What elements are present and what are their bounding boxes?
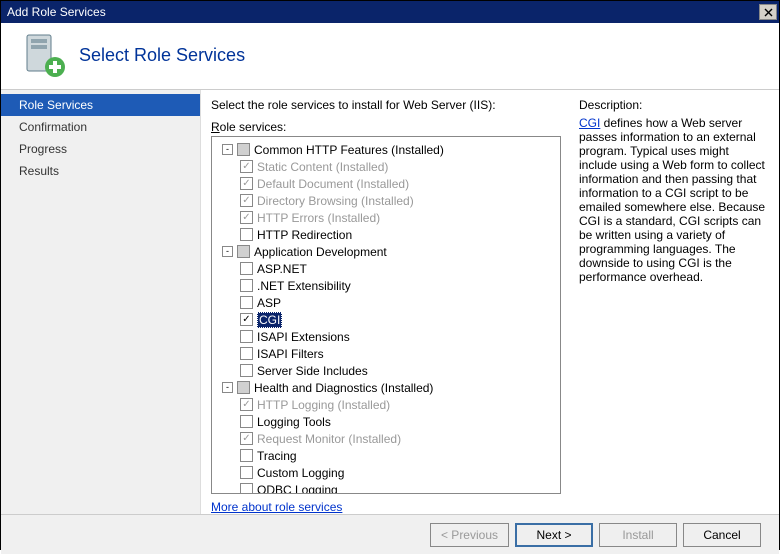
close-icon: [764, 8, 773, 17]
checkbox[interactable]: [240, 449, 253, 462]
tree-item[interactable]: Logging Tools: [214, 413, 558, 430]
tree-item-label: HTTP Logging (Installed): [257, 398, 390, 412]
role-services-tree[interactable]: - Common HTTP Features (Installed) Static …: [211, 136, 561, 494]
previous-button[interactable]: < Previous: [430, 523, 509, 547]
tree-item-label: Custom Logging: [257, 466, 344, 480]
tree-item[interactable]: Directory Browsing (Installed): [214, 192, 558, 209]
checkbox[interactable]: [240, 483, 253, 494]
next-button[interactable]: Next >: [515, 523, 593, 547]
titlebar: Add Role Services: [1, 1, 779, 23]
cancel-button[interactable]: Cancel: [683, 523, 761, 547]
tree-item[interactable]: HTTP Logging (Installed): [214, 396, 558, 413]
footer: < Previous Next > Install Cancel: [1, 514, 779, 554]
checkbox[interactable]: [240, 330, 253, 343]
expand-icon[interactable]: -: [222, 382, 233, 393]
tree-item-label: ISAPI Filters: [257, 347, 324, 361]
tree-item[interactable]: HTTP Redirection: [214, 226, 558, 243]
tree-item-label: .NET Extensibility: [257, 279, 351, 293]
checkbox[interactable]: [240, 279, 253, 292]
tree-item-label: Request Monitor (Installed): [257, 432, 401, 446]
checkbox[interactable]: [240, 228, 253, 241]
server-plus-icon: [19, 31, 67, 79]
sidebar-item-confirmation[interactable]: Confirmation: [1, 116, 200, 138]
tree-item-label: Common HTTP Features (Installed): [254, 143, 444, 157]
tree-item-label: HTTP Errors (Installed): [257, 211, 380, 225]
tree-item[interactable]: ISAPI Filters: [214, 345, 558, 362]
close-button[interactable]: [759, 4, 777, 20]
tree-item-label: Health and Diagnostics (Installed): [254, 381, 433, 395]
header: Select Role Services: [1, 23, 779, 90]
tree-item[interactable]: ASP: [214, 294, 558, 311]
tree-item-label: ASP: [257, 296, 281, 310]
tree-item[interactable]: ASP.NET: [214, 260, 558, 277]
checkbox[interactable]: [240, 466, 253, 479]
role-services-label: Role services:: [211, 120, 561, 134]
tree-item-label: CGI: [257, 312, 282, 328]
more-link[interactable]: More about role services: [211, 500, 561, 514]
checkbox[interactable]: [240, 194, 253, 207]
checkbox[interactable]: [240, 160, 253, 173]
description-text: CGI defines how a Web server passes info…: [579, 116, 769, 284]
checkbox[interactable]: [240, 313, 253, 326]
tree-item[interactable]: CGI: [214, 311, 558, 328]
checkbox[interactable]: [240, 211, 253, 224]
checkbox[interactable]: [240, 432, 253, 445]
tree-item[interactable]: Server Side Includes: [214, 362, 558, 379]
tree-item[interactable]: - Health and Diagnostics (Installed): [214, 379, 558, 396]
tree-item-label: Default Document (Installed): [257, 177, 409, 191]
tree-item[interactable]: - Application Development: [214, 243, 558, 260]
expand-icon[interactable]: -: [222, 144, 233, 155]
checkbox[interactable]: [240, 262, 253, 275]
tree-item[interactable]: - Common HTTP Features (Installed): [214, 141, 558, 158]
intro-text: Select the role services to install for …: [211, 98, 561, 112]
tree-item[interactable]: Default Document (Installed): [214, 175, 558, 192]
sidebar-item-results[interactable]: Results: [1, 160, 200, 182]
tree-item-label: ISAPI Extensions: [257, 330, 350, 344]
window-title: Add Role Services: [7, 5, 106, 19]
tree-item-label: Static Content (Installed): [257, 160, 388, 174]
tree-item[interactable]: ODBC Logging: [214, 481, 558, 494]
tree-item-label: Logging Tools: [257, 415, 331, 429]
page-title: Select Role Services: [79, 45, 245, 66]
sidebar-item-progress[interactable]: Progress: [1, 138, 200, 160]
sidebar: Role Services Confirmation Progress Resu…: [1, 90, 201, 514]
tree-item-label: ASP.NET: [257, 262, 307, 276]
checkbox[interactable]: [240, 415, 253, 428]
checkbox[interactable]: [237, 143, 250, 156]
description-link[interactable]: CGI: [579, 116, 600, 130]
tree-item-label: ODBC Logging: [257, 483, 338, 495]
checkbox[interactable]: [237, 245, 250, 258]
checkbox[interactable]: [240, 296, 253, 309]
description-heading: Description:: [579, 98, 769, 112]
tree-item-label: Tracing: [257, 449, 297, 463]
tree-item[interactable]: Static Content (Installed): [214, 158, 558, 175]
expand-icon[interactable]: -: [222, 246, 233, 257]
tree-item[interactable]: Custom Logging: [214, 464, 558, 481]
tree-item[interactable]: HTTP Errors (Installed): [214, 209, 558, 226]
tree-item[interactable]: ISAPI Extensions: [214, 328, 558, 345]
sidebar-item-role-services[interactable]: Role Services: [1, 94, 200, 116]
tree-item[interactable]: .NET Extensibility: [214, 277, 558, 294]
tree-item-label: HTTP Redirection: [257, 228, 352, 242]
checkbox[interactable]: [237, 381, 250, 394]
checkbox[interactable]: [240, 398, 253, 411]
tree-item-label: Application Development: [254, 245, 387, 259]
install-button[interactable]: Install: [599, 523, 677, 547]
checkbox[interactable]: [240, 177, 253, 190]
tree-item[interactable]: Request Monitor (Installed): [214, 430, 558, 447]
tree-item-label: Directory Browsing (Installed): [257, 194, 414, 208]
checkbox[interactable]: [240, 364, 253, 377]
tree-item[interactable]: Tracing: [214, 447, 558, 464]
tree-item-label: Server Side Includes: [257, 364, 368, 378]
checkbox[interactable]: [240, 347, 253, 360]
